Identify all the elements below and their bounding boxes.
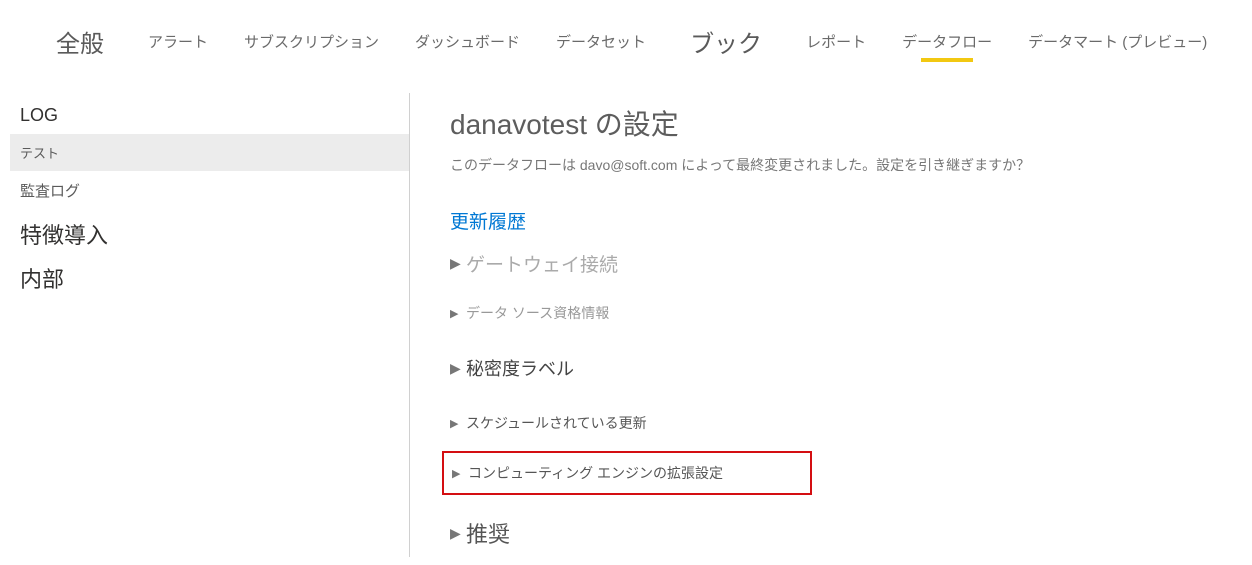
highlight-compute-engine: ▶ コンピューティング エンジンの拡張設定 [442, 451, 812, 495]
sidebar-item-test[interactable]: テスト [10, 134, 409, 171]
page-title: danavotest の設定 [450, 103, 1232, 143]
section-label: 推奨 [466, 517, 510, 549]
content-area: LOG テスト 監査ログ 特徴導入 内部 danavotest の設定 このデー… [0, 93, 1252, 557]
section-label: 更新履歴 [450, 207, 526, 234]
sidebar-heading-internal[interactable]: 内部 [10, 254, 409, 298]
sidebar-heading-feature-intro[interactable]: 特徴導入 [10, 210, 409, 254]
sidebar-log-header: LOG [10, 93, 409, 134]
chevron-right-icon: ▶ [450, 255, 462, 272]
section-scheduled-refresh[interactable]: ▶ スケジュールされている更新 [450, 405, 1232, 441]
chevron-right-icon: ▶ [450, 307, 462, 320]
sidebar-item-audit-log[interactable]: 監査ログ [10, 171, 409, 210]
chevron-right-icon: ▶ [450, 360, 462, 377]
section-gateway-connection[interactable]: ▶ ゲートウェイ接続 [450, 242, 1232, 285]
section-label: スケジュールされている更新 [466, 413, 647, 433]
section-label: データ ソース資格情報 [466, 303, 609, 323]
section-label: ゲートウェイ接続 [466, 250, 618, 277]
section-sensitivity-label[interactable]: ▶ 秘密度ラベル [450, 347, 1232, 389]
top-nav: 全般 アラート サブスクリプション ダッシュボード データセット ブック レポー… [0, 0, 1252, 73]
nav-general[interactable]: 全般 [30, 20, 130, 63]
nav-book[interactable]: ブック [664, 20, 788, 63]
section-label: コンピューティング エンジンの拡張設定 [468, 463, 723, 483]
page-subtitle: このデータフローは davo@soft.com によって最終変更されました。設定… [450, 155, 1232, 175]
chevron-right-icon: ▶ [450, 417, 462, 430]
nav-report[interactable]: レポート [788, 23, 884, 60]
chevron-right-icon: ▶ [452, 467, 464, 480]
nav-dataflow[interactable]: データフロー [884, 23, 1010, 60]
section-recommend[interactable]: ▶ 推奨 [450, 509, 1232, 557]
nav-alert[interactable]: アラート [130, 23, 226, 60]
section-compute-engine-settings[interactable]: ▶ コンピューティング エンジンの拡張設定 [452, 463, 802, 483]
nav-dashboard[interactable]: ダッシュボード [397, 23, 538, 60]
section-datasource-credentials[interactable]: ▶ データ ソース資格情報 [450, 295, 1232, 331]
sidebar: LOG テスト 監査ログ 特徴導入 内部 [0, 93, 410, 557]
nav-subscription[interactable]: サブスクリプション [226, 23, 397, 60]
chevron-right-icon: ▶ [450, 525, 462, 542]
section-label: 秘密度ラベル [466, 355, 574, 381]
nav-datamart[interactable]: データマート (プレビュー) [1010, 23, 1225, 60]
nav-dataset[interactable]: データセット [538, 23, 664, 60]
main-panel: danavotest の設定 このデータフローは davo@soft.com に… [410, 93, 1252, 557]
section-update-history[interactable]: 更新履歴 [450, 199, 1232, 242]
